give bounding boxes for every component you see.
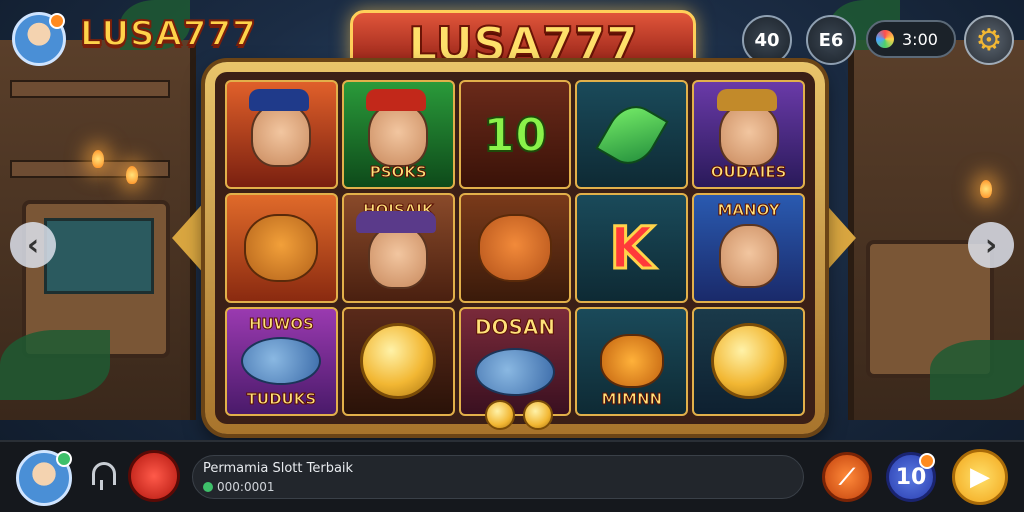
reel-1: HUWOS TUDUKS xyxy=(225,80,338,416)
status-dot-icon xyxy=(203,482,213,492)
coin-icon xyxy=(485,400,515,430)
chat-user-avatar[interactable] xyxy=(16,450,72,506)
notification-dot xyxy=(919,453,935,469)
coin-icon xyxy=(523,400,553,430)
player-avatar[interactable] xyxy=(12,12,66,66)
symbol-number: 10 xyxy=(482,107,548,163)
character-button[interactable] xyxy=(128,450,180,502)
symbol-top-hat-man xyxy=(225,80,338,190)
character-face xyxy=(716,88,779,167)
foliage xyxy=(0,330,110,400)
message-counter: 000:0001 xyxy=(217,480,275,494)
symbol-label: PSOKS xyxy=(369,163,427,182)
message-box[interactable]: Permamia Slott Terbaik 000:0001 xyxy=(192,455,804,499)
symbol-green-cat xyxy=(225,193,338,303)
symbol-cowboy-man: OUDAIES xyxy=(692,80,805,190)
coin-icon xyxy=(360,323,437,400)
frame-left-ornament xyxy=(172,200,206,276)
symbol-orange-beast: MIMNN xyxy=(575,306,689,416)
symbol-psoks-man: PSOKS xyxy=(341,80,455,190)
next-chevron-icon[interactable]: › xyxy=(968,222,1014,268)
slot-reels-frame: HUWOS TUDUKS PSOKS HOISAIK 10 xyxy=(205,62,825,434)
microphone-icon[interactable] xyxy=(90,460,116,490)
symbol-label: OUDAIES xyxy=(710,163,787,182)
prev-chevron-icon[interactable]: ‹ xyxy=(10,222,56,268)
foliage xyxy=(930,340,1024,400)
symbol-ten: 10 xyxy=(458,80,572,190)
symbol-label: MIMNN xyxy=(601,389,663,408)
character-face xyxy=(718,223,779,288)
torch-icon xyxy=(126,166,138,184)
symbol-letter: K xyxy=(608,212,656,283)
hat-icon xyxy=(356,210,437,233)
balance-time: 3:00 xyxy=(902,29,938,49)
symbol-label: MANOY xyxy=(717,201,780,220)
settings-gear-icon[interactable]: ⚙ xyxy=(964,15,1014,65)
torch-icon xyxy=(92,150,104,168)
brand-logo-small: LUSA777 xyxy=(79,13,257,55)
frame-right-ornament xyxy=(822,200,856,276)
hat-icon xyxy=(366,88,427,111)
fish-icon xyxy=(241,337,322,386)
mode-button-b[interactable]: E6 xyxy=(806,15,856,65)
arcade-screen xyxy=(44,218,154,294)
message-title: Permamia Slott Terbaik xyxy=(203,461,354,476)
symbol-hat-man: HOISAIK xyxy=(341,193,455,303)
symbol-green-leaf xyxy=(575,80,689,190)
symbol-orange-cat xyxy=(458,193,572,303)
temple-tier xyxy=(10,80,170,98)
reel-4: K MIMNN xyxy=(575,80,689,416)
chart-button[interactable]: ⟋ xyxy=(822,452,872,502)
symbol-label: TUDUKS xyxy=(246,389,317,408)
reel-3: 10 DOSAN xyxy=(458,80,572,416)
symbol-label: DOSAN xyxy=(474,314,556,339)
coin-icon xyxy=(710,323,787,400)
symbol-coin xyxy=(341,306,455,416)
hat-icon xyxy=(249,88,310,111)
symbol-coin xyxy=(692,306,805,416)
character-face xyxy=(356,210,437,289)
torch-icon xyxy=(980,180,992,198)
online-dot xyxy=(56,451,72,467)
symbol-fish-card: HUWOS TUDUKS xyxy=(225,306,338,416)
reel-5: OUDAIES MANOY xyxy=(692,80,805,416)
temple-tier xyxy=(10,160,170,178)
play-spin-button[interactable]: ▶ xyxy=(952,449,1008,505)
symbol-man-portrait: MANOY xyxy=(692,193,805,303)
level-badge: 10 xyxy=(895,464,927,490)
balance-pill[interactable]: 3:00 xyxy=(866,20,956,58)
reel-2: PSOKS HOISAIK xyxy=(341,80,455,416)
cat-icon xyxy=(477,213,552,282)
hat-icon xyxy=(716,88,777,111)
character-face xyxy=(366,88,429,167)
cat-icon xyxy=(244,213,319,282)
character-face xyxy=(249,88,312,167)
message-sub: 000:0001 xyxy=(203,480,275,494)
mode-button-a[interactable]: 40 xyxy=(742,15,792,65)
frame-coin-ornament xyxy=(485,400,553,430)
level-button[interactable]: 10 xyxy=(886,452,936,502)
symbol-red-k: K xyxy=(575,193,689,303)
leaf-icon xyxy=(595,96,669,174)
reels-grid[interactable]: HUWOS TUDUKS PSOKS HOISAIK 10 xyxy=(215,72,815,424)
gem-icon xyxy=(876,30,894,48)
fish-icon xyxy=(474,348,555,397)
beast-icon xyxy=(599,334,664,389)
notification-dot xyxy=(49,13,65,29)
symbol-label: HUWOS xyxy=(248,314,314,333)
